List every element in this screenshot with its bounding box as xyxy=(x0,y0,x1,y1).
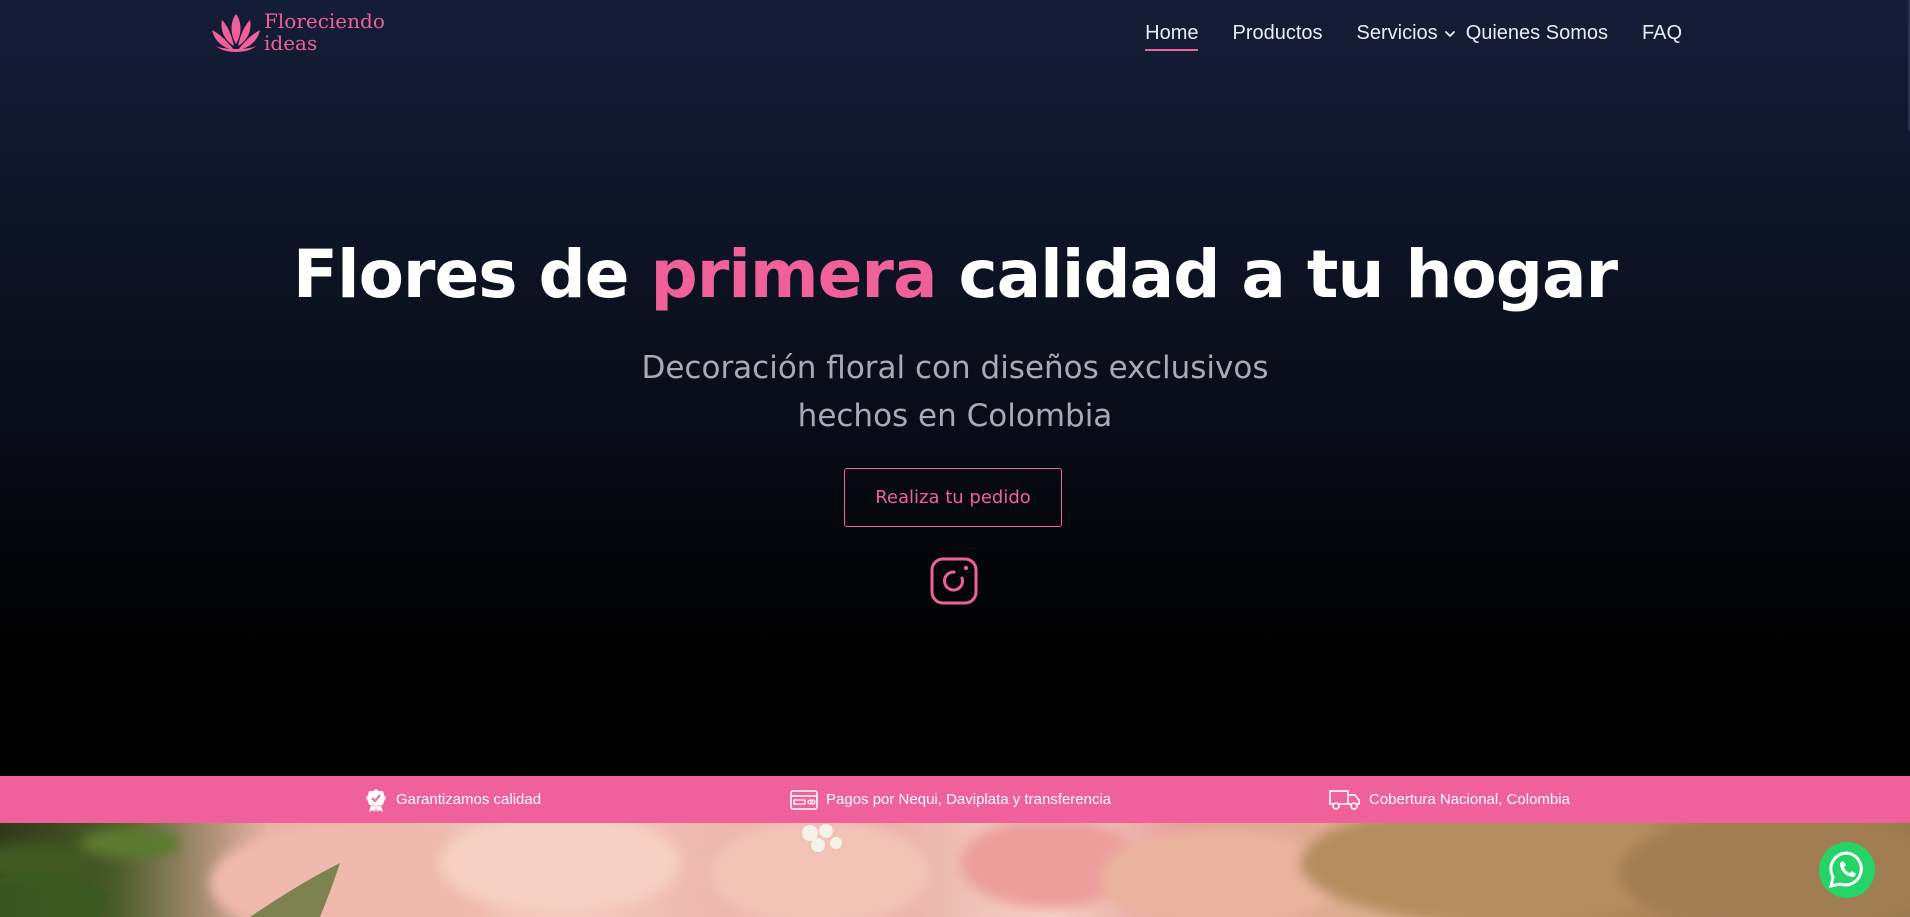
flowers-image xyxy=(0,823,1910,917)
feature-payments-label: Pagos por Nequi, Daviplata y transferenc… xyxy=(826,791,1112,808)
truck-icon xyxy=(1329,789,1360,810)
navbar: Floreciendo ideas Home Productos Servici… xyxy=(0,0,1910,76)
hero-section: Floreciendo ideas Home Productos Servici… xyxy=(0,0,1910,776)
instagram-link[interactable] xyxy=(929,556,979,606)
hero-subtitle: Decoración floral con diseños exclusivos… xyxy=(0,344,1910,440)
chevron-down-icon xyxy=(1444,30,1455,37)
nav-item-quienes-somos[interactable]: Quienes Somos xyxy=(1466,22,1608,51)
feature-coverage: Cobertura Nacional, Colombia xyxy=(1329,776,1570,823)
nav-item-productos[interactable]: Productos xyxy=(1232,22,1322,51)
headline-part1: Flores de xyxy=(292,236,651,313)
subtitle-line1: Decoración floral con diseños exclusivos xyxy=(641,350,1269,386)
feature-quality-label: Garantizamos calidad xyxy=(396,791,542,808)
feature-quality: Garantizamos calidad xyxy=(364,776,541,823)
lotus-icon xyxy=(212,14,260,52)
feature-payments: Pagos por Nequi, Daviplata y transferenc… xyxy=(790,776,1111,823)
nav-item-servicios-label: Servicios xyxy=(1356,22,1438,44)
headline-accent: primera xyxy=(650,236,937,313)
headline-part2: calidad a tu hogar xyxy=(936,236,1619,313)
features-bar: Garantizamos calidad Pagos por Nequi, Da… xyxy=(0,776,1910,823)
credit-card-icon xyxy=(790,789,818,810)
brand-name-line2: ideas xyxy=(264,31,318,55)
nav-item-faq[interactable]: FAQ xyxy=(1642,22,1682,51)
feature-coverage-label: Cobertura Nacional, Colombia xyxy=(1369,791,1570,808)
hero-headline: Flores de primera calidad a tu hogar xyxy=(0,236,1910,313)
subtitle-line2: hechos en Colombia xyxy=(797,398,1113,434)
nav-item-home[interactable]: Home xyxy=(1145,22,1199,51)
award-icon xyxy=(366,788,386,812)
brand-name-line1: Floreciendo xyxy=(264,9,385,33)
flowers-photo xyxy=(0,823,1910,917)
nav-item-servicios[interactable]: Servicios xyxy=(1357,22,1456,51)
order-button[interactable]: Realiza tu pedido xyxy=(844,468,1062,527)
instagram-icon xyxy=(930,557,978,605)
brand-logo[interactable]: Floreciendo ideas xyxy=(210,8,385,56)
whatsapp-button[interactable] xyxy=(1818,841,1876,899)
whatsapp-icon xyxy=(1819,842,1875,898)
main-nav: Home Productos Servicios Quienes Somos F… xyxy=(1111,22,1682,51)
